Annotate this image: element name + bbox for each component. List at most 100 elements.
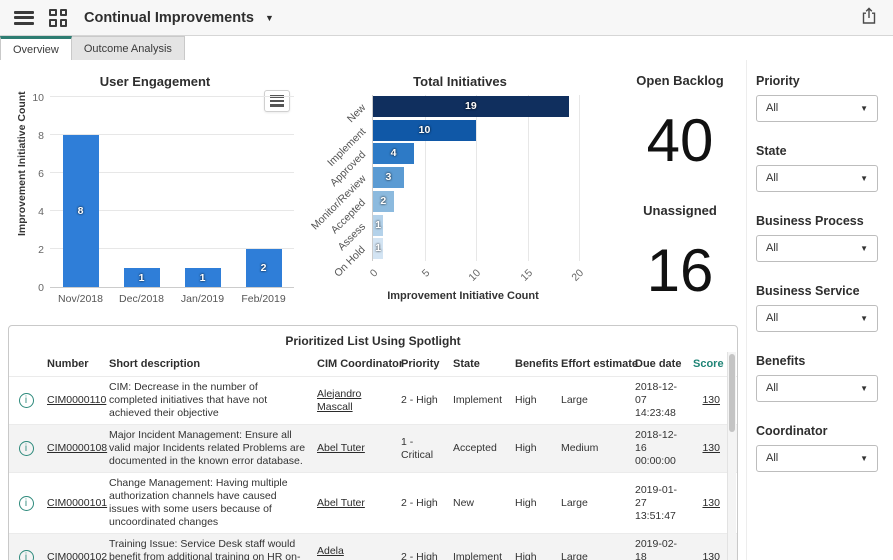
table-row[interactable]: i CIM0000102 Training Issue: Service Desk … <box>9 533 737 560</box>
header-cell-priority[interactable]: Priority <box>397 358 449 370</box>
priority-text: 2 - High <box>401 551 438 560</box>
filter-label: State <box>756 144 787 158</box>
bar-monitor-review[interactable]: 3 <box>373 167 404 189</box>
bar-value-label: 1 <box>375 242 382 255</box>
header-cell-cim-coordinator[interactable]: CIM Coordinator <box>313 358 403 370</box>
share-button[interactable] <box>859 5 879 30</box>
filter-benefits: Benefits All ▼ <box>756 354 878 402</box>
coordinator-link[interactable]: Abel Tuter <box>317 442 365 454</box>
bar-dec-2018[interactable]: 1 <box>123 268 160 287</box>
tab-outcome-analysis[interactable]: Outcome Analysis <box>71 36 185 60</box>
info-icon[interactable]: i <box>18 550 34 560</box>
cell-icon: i <box>9 393 43 408</box>
cell-state: Implement <box>449 394 511 407</box>
header-cell-number[interactable]: Number <box>43 358 105 370</box>
cell-short-description: Training Issue: Service Desk staff would… <box>105 538 313 560</box>
filter-dropdown[interactable]: All ▼ <box>756 305 878 332</box>
header-cell-due-date[interactable]: Due date <box>631 358 689 370</box>
bar-approved[interactable]: 4 <box>373 143 415 165</box>
header-label: Benefits <box>515 358 559 370</box>
info-icon[interactable]: i <box>18 393 34 408</box>
number-link[interactable]: CIM0000110 <box>47 394 106 406</box>
bar-new[interactable]: 19 <box>373 96 569 117</box>
cell-effort: Medium <box>557 442 631 455</box>
coordinator-link[interactable]: Adela Cervantsz <box>317 545 364 560</box>
table-row[interactable]: i CIM0000108 Major Incident Management: En… <box>9 424 737 472</box>
header-label: Score <box>693 358 724 370</box>
cell-effort: Large <box>557 497 631 510</box>
header-cell-short-description[interactable]: Short description <box>105 358 313 370</box>
bar-implement[interactable]: 10 <box>373 119 476 141</box>
score-link[interactable]: 130 <box>702 394 720 406</box>
cell-icon: i <box>9 495 43 511</box>
kpi-open-backlog-title: Open Backlog <box>636 73 724 88</box>
filter-label: Business Process <box>756 214 864 228</box>
bar-feb-2019[interactable]: 2 <box>245 249 282 287</box>
cell-number: CIM0000108 <box>43 442 107 455</box>
cell-benefits: High <box>511 497 557 510</box>
header-cell-effort-estimate[interactable]: Effort estimate <box>557 358 638 370</box>
table-row[interactable]: i CIM0000110 CIM: Decrease in the number o… <box>9 376 737 424</box>
bar-value-label: 8 <box>77 205 84 217</box>
bar-nov-2018[interactable]: 8 <box>62 135 99 287</box>
number-link[interactable]: CIM0000108 <box>47 442 107 454</box>
filter-dropdown[interactable]: All ▼ <box>756 165 878 192</box>
table-row[interactable]: i CIM0000101 Change Management: Having mul… <box>9 472 737 533</box>
cell-priority: 2 - High <box>397 497 449 510</box>
bar-on-hold[interactable]: 1 <box>373 238 384 260</box>
header-cell-state[interactable]: State <box>449 358 511 370</box>
info-icon[interactable]: i <box>18 495 34 511</box>
score-link[interactable]: 130 <box>702 551 720 560</box>
cell-coordinator: Abel Tuter <box>313 497 397 510</box>
header-cell-benefits[interactable]: Benefits <box>511 358 559 370</box>
cell-number: CIM0000110 <box>43 394 106 407</box>
bar-jan-2019[interactable]: 1 <box>184 268 221 287</box>
x-axis-title: Improvement Initiative Count <box>387 290 539 302</box>
hamburger-menu-icon[interactable] <box>14 10 34 25</box>
app-grid-icon[interactable] <box>49 8 67 27</box>
effort-text: Medium <box>561 442 599 454</box>
x-axis-category-label: Jan/2019 <box>180 293 225 305</box>
scrollbar-thumb[interactable] <box>729 354 735 432</box>
chart-title: Total Initiatives <box>413 74 507 89</box>
coordinator-link[interactable]: Alejandro Mascall <box>317 388 361 413</box>
filter-dropdown[interactable]: All ▼ <box>756 235 878 262</box>
coordinator-link[interactable]: Abel Tuter <box>317 497 365 509</box>
effort-text: Large <box>561 394 588 406</box>
total-initiatives-chart: Total Initiatives 19 10 4 3 2 1 1 New Implement… <box>308 62 612 320</box>
filter-dropdown[interactable]: All ▼ <box>756 375 878 402</box>
header-label: Number <box>47 358 89 370</box>
score-link[interactable]: 130 <box>702 497 720 509</box>
gridline <box>50 96 294 97</box>
kpi-open-backlog-value: 40 <box>646 107 714 174</box>
table-scrollbar[interactable] <box>727 352 736 560</box>
tab-overview[interactable]: Overview <box>0 36 72 60</box>
header-label: Short description <box>109 358 201 370</box>
cell-due-date: 2018-12-07 14:23:48 <box>631 381 689 420</box>
chevron-down-icon: ▼ <box>860 384 868 393</box>
dashboard-title[interactable]: Continual Improvements <box>84 10 254 26</box>
y-axis-tick: 6 <box>38 168 44 180</box>
number-link[interactable]: CIM0000101 <box>47 497 107 509</box>
chevron-down-icon: ▼ <box>860 454 868 463</box>
chevron-down-icon[interactable]: ▼ <box>265 13 274 23</box>
number-link[interactable]: CIM0000102 <box>47 551 107 560</box>
bar-accepted[interactable]: 2 <box>373 190 394 212</box>
header-cell-score[interactable]: Score▼ <box>689 358 735 370</box>
filter-dropdown[interactable]: All ▼ <box>756 95 878 122</box>
due-date-text: 2019-01-27 13:51:47 <box>635 483 678 522</box>
filter-label: Priority <box>756 74 800 88</box>
filter-dropdown[interactable]: All ▼ <box>756 445 878 472</box>
x-axis-tick: 20 <box>569 267 587 284</box>
cell-icon: i <box>9 550 43 560</box>
info-icon[interactable]: i <box>18 441 34 456</box>
bar-value-label: 2 <box>380 194 387 207</box>
score-link[interactable]: 130 <box>702 442 720 454</box>
filter-selected-value: All <box>766 102 779 114</box>
cell-coordinator: Adela Cervantsz <box>313 545 397 560</box>
dashboard-app: Continual Improvements ▼ Overview Outcom… <box>0 0 893 560</box>
filter-label: Coordinator <box>756 424 828 438</box>
cell-benefits: High <box>511 442 557 455</box>
bar-assess[interactable]: 1 <box>373 214 384 236</box>
y-axis-tick: 0 <box>38 282 44 294</box>
